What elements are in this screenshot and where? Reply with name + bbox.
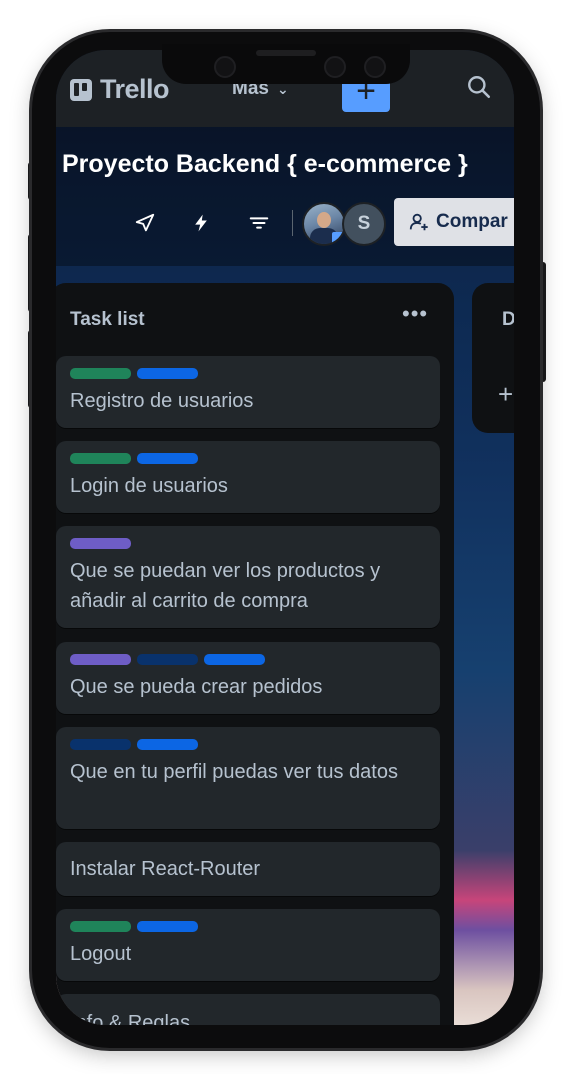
card-title: Que se pueda crear pedidos — [70, 676, 323, 698]
label-blue[interactable] — [137, 368, 198, 379]
label-purple[interactable] — [70, 538, 131, 549]
header-divider — [292, 210, 293, 236]
member-avatar-photo[interactable] — [302, 202, 346, 246]
rocket-icon — [135, 213, 155, 232]
card-labels — [70, 921, 198, 932]
add-user-icon — [409, 213, 428, 231]
card-title: Logout — [70, 943, 132, 965]
lightning-icon — [195, 214, 207, 232]
label-blue[interactable] — [137, 921, 198, 932]
card-title: Instalar React-Router — [70, 858, 261, 880]
search-icon — [468, 76, 491, 99]
list-menu-button[interactable]: ••• — [402, 301, 428, 327]
add-card-button[interactable]: + — [498, 379, 513, 410]
card-login-de-usuarios[interactable]: Login de usuarios — [56, 441, 440, 513]
card-title: Login de usuarios — [70, 475, 228, 497]
board-header: Proyecto Backend { e-commerce } S Compar — [56, 126, 514, 266]
label-green[interactable] — [70, 921, 131, 932]
label-blue[interactable] — [137, 739, 198, 750]
card-ver-productos[interactable]: Que se puedan ver los productos y añadir… — [56, 526, 440, 628]
search-button[interactable] — [466, 74, 496, 104]
phone-notch — [162, 44, 410, 84]
card-perfil-datos[interactable]: Que en tu perfil puedas ver tus datos — [56, 727, 440, 829]
card-crear-pedidos[interactable]: Que se pueda crear pedidos — [56, 642, 440, 714]
label-green[interactable] — [70, 368, 131, 379]
label-dark-blue[interactable] — [137, 654, 198, 665]
phone-power-button — [540, 262, 546, 382]
automation-button[interactable] — [186, 208, 216, 238]
share-button[interactable]: Compar — [394, 198, 514, 246]
screen: Trello Mas ⌄ + Proyecto Backend { e-comme… — [56, 50, 514, 1025]
label-dark-blue[interactable] — [70, 739, 131, 750]
filter-button[interactable] — [244, 208, 274, 238]
label-purple[interactable] — [70, 654, 131, 665]
label-blue[interactable] — [204, 654, 265, 665]
share-label: Compar — [436, 211, 508, 232]
power-ups-button[interactable] — [130, 208, 160, 238]
card-registro-de-usuarios[interactable]: Registro de usuarios — [56, 356, 440, 428]
trello-logo[interactable]: Trello — [70, 74, 170, 105]
card-title: Que se puedan ver los productos y añadir… — [70, 560, 381, 612]
card-labels — [70, 739, 198, 750]
card-logout[interactable]: Logout — [56, 909, 440, 981]
card-info-reglas[interactable]: Info & Reglas — [56, 994, 440, 1025]
card-labels — [70, 654, 265, 665]
list-second: D + — [472, 283, 514, 433]
logo-text: Trello — [100, 74, 170, 104]
label-blue[interactable] — [137, 453, 198, 464]
card-title: Registro de usuarios — [70, 390, 254, 412]
list-title[interactable]: D — [502, 309, 514, 331]
board-title[interactable]: Proyecto Backend { e-commerce } — [62, 150, 468, 179]
card-title: Info & Reglas — [70, 1012, 191, 1025]
card-title: Que en tu perfil puedas ver tus datos — [70, 761, 398, 783]
list-task-list: Task list ••• Registro de usuarios Login… — [56, 283, 454, 1025]
card-labels — [70, 368, 198, 379]
label-green[interactable] — [70, 453, 131, 464]
filter-icon — [249, 217, 269, 229]
list-title[interactable]: Task list — [70, 309, 145, 331]
card-labels — [70, 538, 131, 549]
card-labels — [70, 453, 198, 464]
member-avatar-initial[interactable]: S — [342, 202, 386, 246]
card-instalar-react-router[interactable]: Instalar React-Router — [56, 842, 440, 896]
trello-logo-icon — [70, 78, 92, 101]
